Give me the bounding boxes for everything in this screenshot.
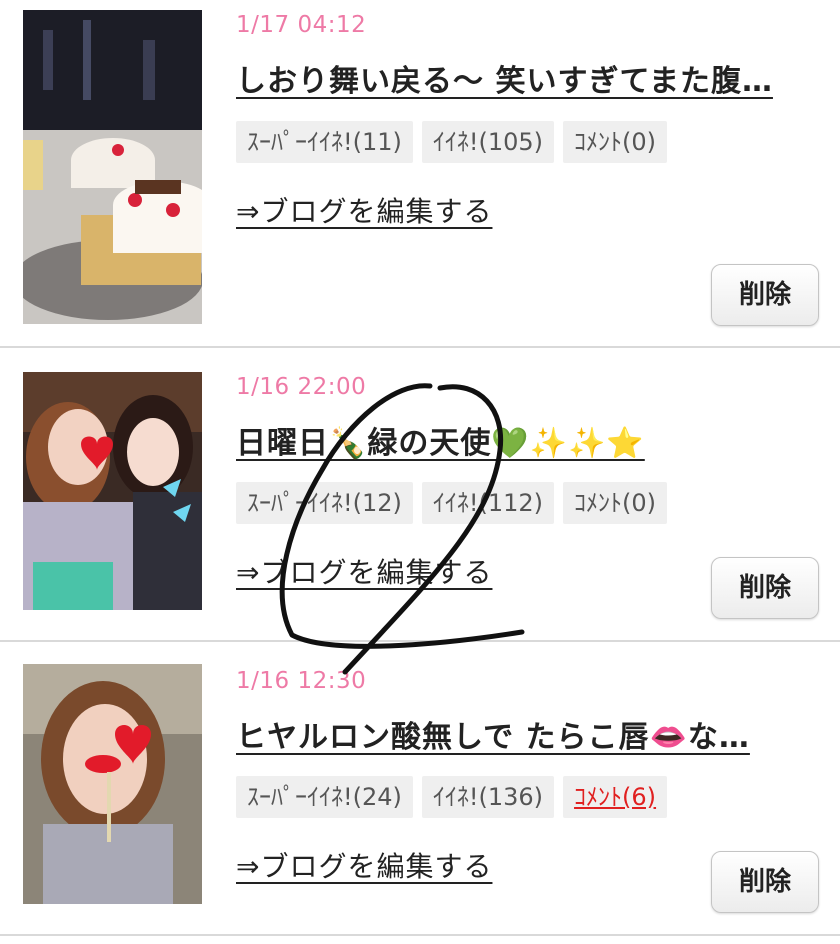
- delete-button[interactable]: 削除: [711, 264, 819, 326]
- blog-entry: 1/16 12:30 ヒヤルロン酸無しで たらこ唇👄な… ｽｰﾊﾟｰｲｲﾈ!(2…: [0, 642, 840, 936]
- like-badge: ｲｲﾈ!(112): [421, 482, 555, 524]
- like-badge: ｲｲﾈ!(136): [421, 776, 555, 818]
- entry-title-link[interactable]: しおり舞い戻る〜 笑いすぎてまた腹…: [236, 56, 773, 100]
- entry-date: 1/17 04:12: [236, 12, 367, 38]
- blog-list: 1/17 04:12 しおり舞い戻る〜 笑いすぎてまた腹… ｽｰﾊﾟｰｲｲﾈ!(…: [0, 0, 840, 944]
- delete-button[interactable]: 削除: [711, 557, 819, 619]
- entry-date: 1/16 12:30: [236, 668, 367, 694]
- super-like-badge: ｽｰﾊﾟｰｲｲﾈ!(11): [236, 121, 413, 163]
- super-like-badge: ｽｰﾊﾟｰｲｲﾈ!(24): [236, 776, 413, 818]
- edit-blog-link[interactable]: ⇒ブログを編集する: [236, 190, 492, 230]
- friends-photo: [23, 372, 202, 610]
- cake-photo: [23, 10, 202, 324]
- blog-entry: 1/17 04:12 しおり舞い戻る〜 笑いすぎてまた腹… ｽｰﾊﾟｰｲｲﾈ!(…: [0, 0, 840, 348]
- comment-link[interactable]: ｺﾒﾝﾄ(6): [563, 776, 668, 818]
- entry-thumbnail[interactable]: [23, 10, 202, 324]
- delete-button[interactable]: 削除: [711, 851, 819, 913]
- entry-title-link[interactable]: ヒヤルロン酸無しで たらこ唇👄な…: [236, 712, 750, 756]
- super-like-badge: ｽｰﾊﾟｰｲｲﾈ!(12): [236, 482, 413, 524]
- comment-badge: ｺﾒﾝﾄ(0): [563, 121, 668, 163]
- edit-blog-link[interactable]: ⇒ブログを編集する: [236, 845, 492, 885]
- comment-badge: ｺﾒﾝﾄ(0): [563, 482, 668, 524]
- selfie-photo: [23, 664, 202, 904]
- entry-date: 1/16 22:00: [236, 374, 367, 400]
- entry-thumbnail[interactable]: [23, 664, 202, 904]
- reaction-badges: ｽｰﾊﾟｰｲｲﾈ!(24) ｲｲﾈ!(136) ｺﾒﾝﾄ(6): [236, 776, 668, 818]
- reaction-badges: ｽｰﾊﾟｰｲｲﾈ!(12) ｲｲﾈ!(112) ｺﾒﾝﾄ(0): [236, 482, 668, 524]
- edit-blog-link[interactable]: ⇒ブログを編集する: [236, 551, 492, 591]
- entry-title-link[interactable]: 日曜日🍾緑の天使💚✨✨⭐: [236, 418, 645, 462]
- blog-entry: 1/16 22:00 日曜日🍾緑の天使💚✨✨⭐ ｽｰﾊﾟｰｲｲﾈ!(12) ｲｲ…: [0, 348, 840, 642]
- like-badge: ｲｲﾈ!(105): [421, 121, 555, 163]
- entry-thumbnail[interactable]: [23, 372, 202, 610]
- reaction-badges: ｽｰﾊﾟｰｲｲﾈ!(11) ｲｲﾈ!(105) ｺﾒﾝﾄ(0): [236, 121, 668, 163]
